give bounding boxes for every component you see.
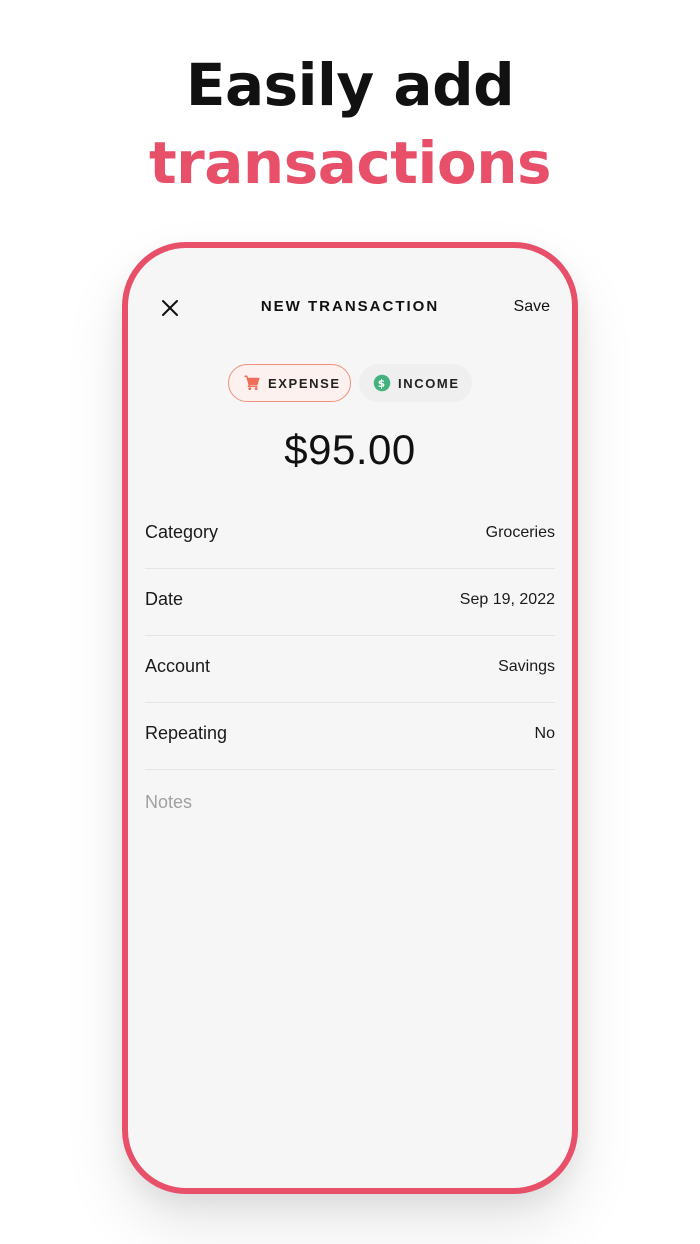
field-row-account[interactable]: Account Savings <box>145 636 555 703</box>
notes-input[interactable] <box>145 782 555 822</box>
field-value: Sep 19, 2022 <box>459 591 555 608</box>
transaction-type-toggle: EXPENSE $ INCOME <box>128 364 572 404</box>
field-value: No <box>534 725 555 742</box>
dollar-circle-icon: $ <box>373 374 391 392</box>
phone-frame: NEW TRANSACTION Save EXPENSE $ INCOME $9… <box>122 242 578 1194</box>
expense-tab-label: EXPENSE <box>268 375 341 391</box>
field-label: Repeating <box>145 723 228 743</box>
headline-line-2: transactions <box>148 129 552 197</box>
expense-tab[interactable]: EXPENSE <box>228 364 351 402</box>
svg-text:$: $ <box>378 378 387 390</box>
field-row-repeating[interactable]: Repeating No <box>145 703 555 770</box>
field-label: Date <box>145 589 184 609</box>
income-tab-label: INCOME <box>398 375 460 391</box>
headline-line-1: Easily add <box>185 51 515 119</box>
shopping-cart-icon <box>244 375 260 391</box>
field-row-date[interactable]: Date Sep 19, 2022 <box>145 569 555 636</box>
field-row-category[interactable]: Category Groceries <box>145 502 555 569</box>
page-title: NEW TRANSACTION <box>260 298 440 315</box>
transaction-fields: Category Groceries Date Sep 19, 2022 Acc… <box>145 502 555 770</box>
field-label: Category <box>145 522 219 542</box>
field-value: Savings <box>498 658 555 675</box>
nav-bar: NEW TRANSACTION Save <box>128 288 572 328</box>
field-value: Groceries <box>485 524 555 541</box>
income-tab[interactable]: $ INCOME <box>359 364 472 402</box>
save-button[interactable]: Save <box>514 298 550 316</box>
amount-display[interactable]: $95.00 <box>128 426 572 474</box>
field-label: Account <box>145 656 211 676</box>
